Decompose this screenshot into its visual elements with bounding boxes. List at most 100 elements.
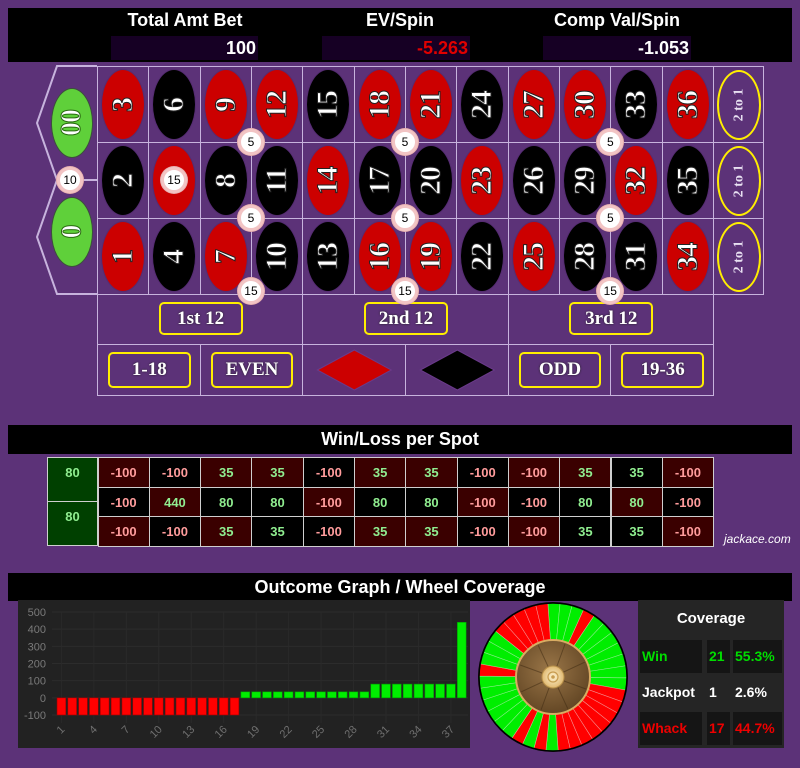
bar (359, 691, 370, 699)
number-spot-25[interactable]: 25 (507, 218, 560, 295)
outside-bet-black-diamond[interactable] (404, 344, 509, 396)
column-bet-label: 2 to 1 (730, 164, 746, 198)
column-bet-2[interactable]: 2 to 1 (712, 142, 764, 219)
outside-bet-label: EVEN (210, 352, 294, 388)
number-oval: 30 (563, 70, 606, 139)
number-spot-6[interactable]: 6 (148, 66, 201, 143)
number-label: 21 (413, 90, 447, 119)
number-spot-4[interactable]: 4 (148, 218, 201, 295)
outside-bet-red-diamond[interactable] (302, 344, 406, 396)
chip-corner[interactable]: 5 (237, 129, 264, 155)
chip-corner[interactable]: 5 (391, 129, 418, 155)
coverage-win-label: Win (640, 640, 702, 673)
bar (413, 683, 424, 699)
number-oval: 29 (563, 146, 606, 215)
number-oval: 2 (102, 146, 144, 215)
bar (338, 691, 348, 699)
winloss-cell: 440 (148, 486, 202, 517)
winloss-cell: -100 (302, 516, 355, 547)
number-spot-2[interactable]: 2 (97, 142, 150, 219)
y-tick-label: 400 (28, 624, 46, 636)
coverage-whack-pct: 44.7% (733, 712, 782, 745)
chip-straight[interactable]: 15 (160, 167, 187, 193)
number-label: 00 (56, 110, 88, 137)
chip-split-zeros[interactable]: 10 (57, 167, 83, 193)
bar (327, 691, 337, 699)
coverage-jackpot-count: 1 (709, 684, 717, 700)
bar (56, 697, 67, 716)
winloss-cell-zero: 80 (47, 501, 98, 546)
winloss-cell: -100 (507, 516, 561, 547)
y-tick-label: 200 (28, 659, 46, 671)
bar (89, 697, 99, 716)
winloss-cell: -100 (97, 457, 150, 488)
site-credit[interactable]: jackace.com (724, 532, 791, 546)
number-spot-3[interactable]: 3 (97, 66, 150, 143)
number-spot-35[interactable]: 35 (661, 142, 714, 219)
winloss-cell: 35 (200, 516, 253, 547)
red-diamond-icon (316, 349, 393, 391)
winloss-cell: -100 (661, 516, 715, 547)
number-spot-36[interactable]: 36 (661, 66, 714, 143)
dozen-bet-label: 3rd 12 (569, 302, 654, 335)
number-oval: 18 (358, 70, 401, 139)
bar (262, 691, 272, 699)
outside-bet-label: 1-18 (108, 352, 191, 388)
y-tick-label: 300 (28, 641, 46, 653)
y-tick-label: -100 (24, 710, 46, 722)
coverage-jackpot-pct: 2.6% (735, 684, 767, 700)
number-spot-23[interactable]: 23 (456, 142, 509, 219)
number-spot-27[interactable]: 27 (507, 66, 560, 143)
number-oval: 9 (204, 70, 247, 139)
number-spot-1[interactable]: 1 (97, 218, 150, 295)
winloss-cell: -100 (302, 457, 355, 488)
bar (143, 697, 153, 716)
number-spot-13[interactable]: 13 (302, 218, 355, 295)
number-oval: 28 (563, 222, 606, 291)
chip-corner[interactable]: 5 (391, 205, 418, 231)
number-spot-14[interactable]: 14 (302, 142, 355, 219)
column-bet-1[interactable]: 2 to 1 (712, 66, 764, 143)
number-label: 22 (465, 242, 499, 271)
winloss-cell: 80 (200, 486, 253, 517)
column-bet-3[interactable]: 2 to 1 (712, 218, 764, 295)
number-label: 0 (56, 225, 88, 239)
number-label: 32 (619, 166, 653, 195)
number-label: 10 (259, 242, 293, 271)
chip-six-line[interactable]: 15 (237, 278, 264, 304)
number-oval: 22 (461, 222, 504, 291)
number-label: 30 (567, 90, 601, 119)
chip-corner[interactable]: 5 (237, 205, 264, 231)
number-label: 15 (311, 90, 345, 119)
number-spot-22[interactable]: 22 (456, 218, 509, 295)
winloss-cell: -100 (148, 516, 202, 547)
number-oval: 8 (204, 146, 247, 215)
winloss-cell: 35 (251, 516, 304, 547)
outside-bet-odd[interactable]: ODD (507, 344, 612, 396)
number-label: 3 (106, 97, 140, 112)
column-bet-label: 2 to 1 (730, 88, 746, 122)
column-bet-ring: 2 to 1 (716, 70, 761, 140)
winloss-cell: -100 (661, 486, 715, 517)
dozen-bet-1[interactable]: 1st 12 (97, 294, 304, 345)
winloss-title: Win/Loss per Spot (8, 425, 792, 454)
number-spot-34[interactable]: 34 (661, 218, 714, 295)
zero-spot-00[interactable]: 00 (52, 89, 92, 157)
bar (446, 683, 456, 699)
zero-spot-0[interactable]: 0 (52, 198, 92, 266)
outside-bet-1-18[interactable]: 1-18 (97, 344, 201, 396)
number-spot-26[interactable]: 26 (507, 142, 560, 219)
number-oval: 23 (461, 146, 504, 215)
chip-six-line[interactable]: 15 (391, 278, 418, 304)
outside-bet-even[interactable]: EVEN (199, 344, 304, 396)
number-oval: 15 (307, 70, 350, 139)
number-spot-15[interactable]: 15 (302, 66, 355, 143)
x-tick-label: 10 (148, 724, 165, 741)
number-spot-24[interactable]: 24 (456, 66, 509, 143)
winloss-cell: -100 (148, 457, 202, 488)
outside-bet-19-36[interactable]: 19-36 (610, 344, 714, 396)
coverage-jackpot-label: Jackpot (642, 684, 695, 700)
bar (197, 697, 207, 716)
number-oval: 33 (615, 70, 658, 139)
bar (381, 683, 391, 699)
